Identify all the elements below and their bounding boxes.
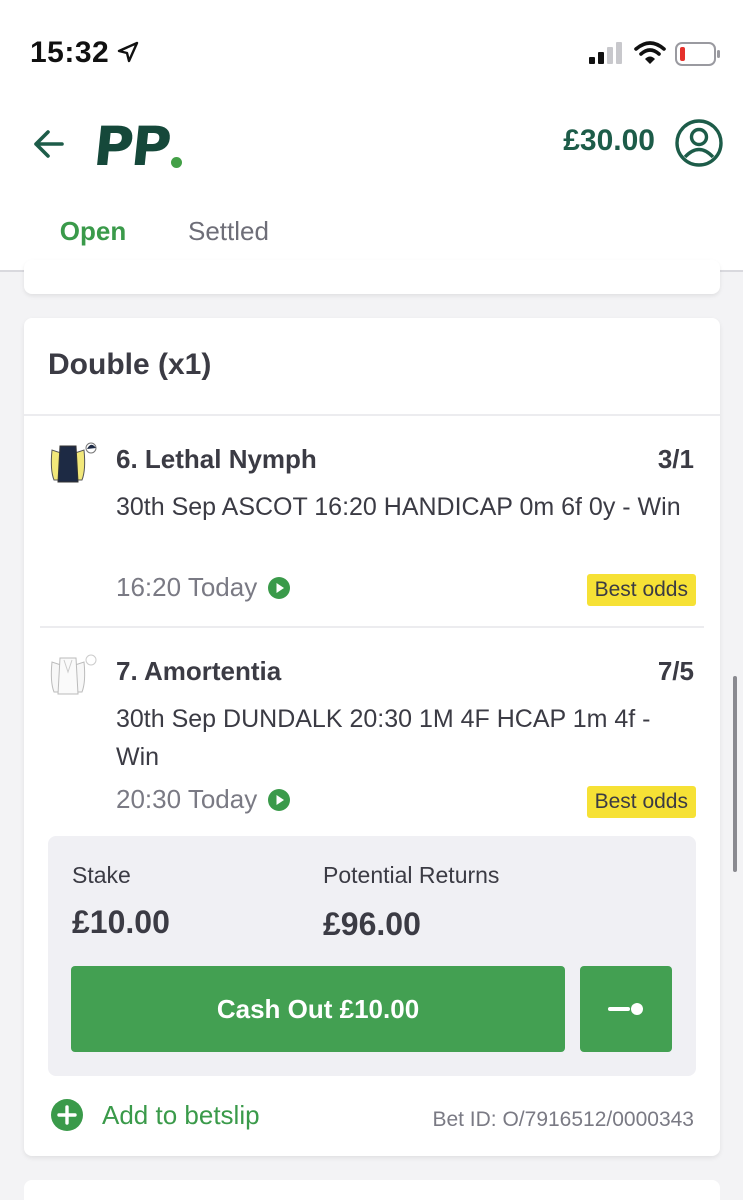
brand-logo[interactable]: PP: [90, 114, 183, 178]
account-balance[interactable]: £30.00: [563, 124, 655, 158]
selection-description: 30th Sep DUNDALK 20:30 1M 4F HCAP 1m 4f …: [116, 705, 651, 771]
play-icon[interactable]: [267, 788, 291, 812]
selection-separator: [40, 626, 704, 628]
status-time: 15:32: [30, 36, 110, 69]
previous-bet-card: [24, 260, 720, 294]
returns-value: £96.00: [323, 906, 421, 942]
play-icon[interactable]: [267, 576, 291, 600]
account-icon[interactable]: [674, 118, 724, 168]
signal-icon: [589, 42, 622, 64]
location-arrow-icon: [117, 41, 139, 63]
bet-card: Double (x1) 6. Lethal Nymph 3/1 30th Sep…: [24, 318, 720, 1156]
selection-name: 6. Lethal Nymph: [116, 444, 317, 474]
selection-item: 7. Amortentia 7/5 30th Sep DUNDALK 20:30…: [24, 644, 720, 854]
selection-name: 7. Amortentia: [116, 656, 282, 686]
app-header: PP £30.00 Open Settled: [0, 100, 743, 274]
back-arrow-icon[interactable]: [28, 124, 68, 164]
battery-icon: [675, 42, 720, 66]
best-odds-badge: Best odds: [586, 786, 696, 818]
stake-label: Stake: [72, 862, 131, 888]
cash-out-button[interactable]: Cash Out £10.00: [71, 966, 565, 1052]
next-bet-card: [24, 1180, 720, 1200]
partial-cashout-toggle-button[interactable]: [580, 966, 672, 1052]
tab-settled[interactable]: Settled: [188, 216, 269, 247]
logo-text: PP: [90, 115, 173, 178]
race-time-label: 20:30 Today: [116, 784, 258, 814]
jockey-silk-icon: [50, 654, 97, 695]
status-bar: 15:32: [0, 0, 743, 100]
selection-odds: 3/1: [657, 444, 694, 474]
jockey-silk-icon: [50, 442, 97, 483]
add-to-betslip-link[interactable]: Add to betslip: [50, 1098, 260, 1132]
selection-item: 6. Lethal Nymph 3/1 30th Sep ASCOT 16:20…: [24, 432, 720, 642]
bet-id: Bet ID: O/7916512/0000343: [432, 1108, 694, 1131]
bet-type-title: Double (x1): [48, 348, 212, 381]
toggle-icon: [608, 1003, 643, 1015]
scrollbar[interactable]: [733, 676, 737, 872]
stake-panel: Stake Potential Returns £10.00 £96.00 Ca…: [48, 836, 696, 1076]
race-time-label: 16:20 Today: [116, 572, 258, 602]
race-time: 16:20 Today: [116, 572, 291, 603]
wifi-icon: [634, 41, 666, 64]
plus-icon: [51, 1099, 83, 1131]
logo-dot: [171, 157, 183, 168]
race-time: 20:30 Today: [116, 784, 291, 815]
stake-value: £10.00: [72, 904, 170, 940]
best-odds-badge: Best odds: [586, 574, 696, 606]
selection-odds: 7/5: [657, 656, 694, 686]
add-to-betslip-label: Add to betslip: [102, 1099, 260, 1130]
returns-label: Potential Returns: [323, 862, 500, 888]
divider: [24, 414, 720, 416]
selection-description: 30th Sep ASCOT 16:20 HANDICAP 0m 6f 0y -…: [116, 493, 681, 521]
